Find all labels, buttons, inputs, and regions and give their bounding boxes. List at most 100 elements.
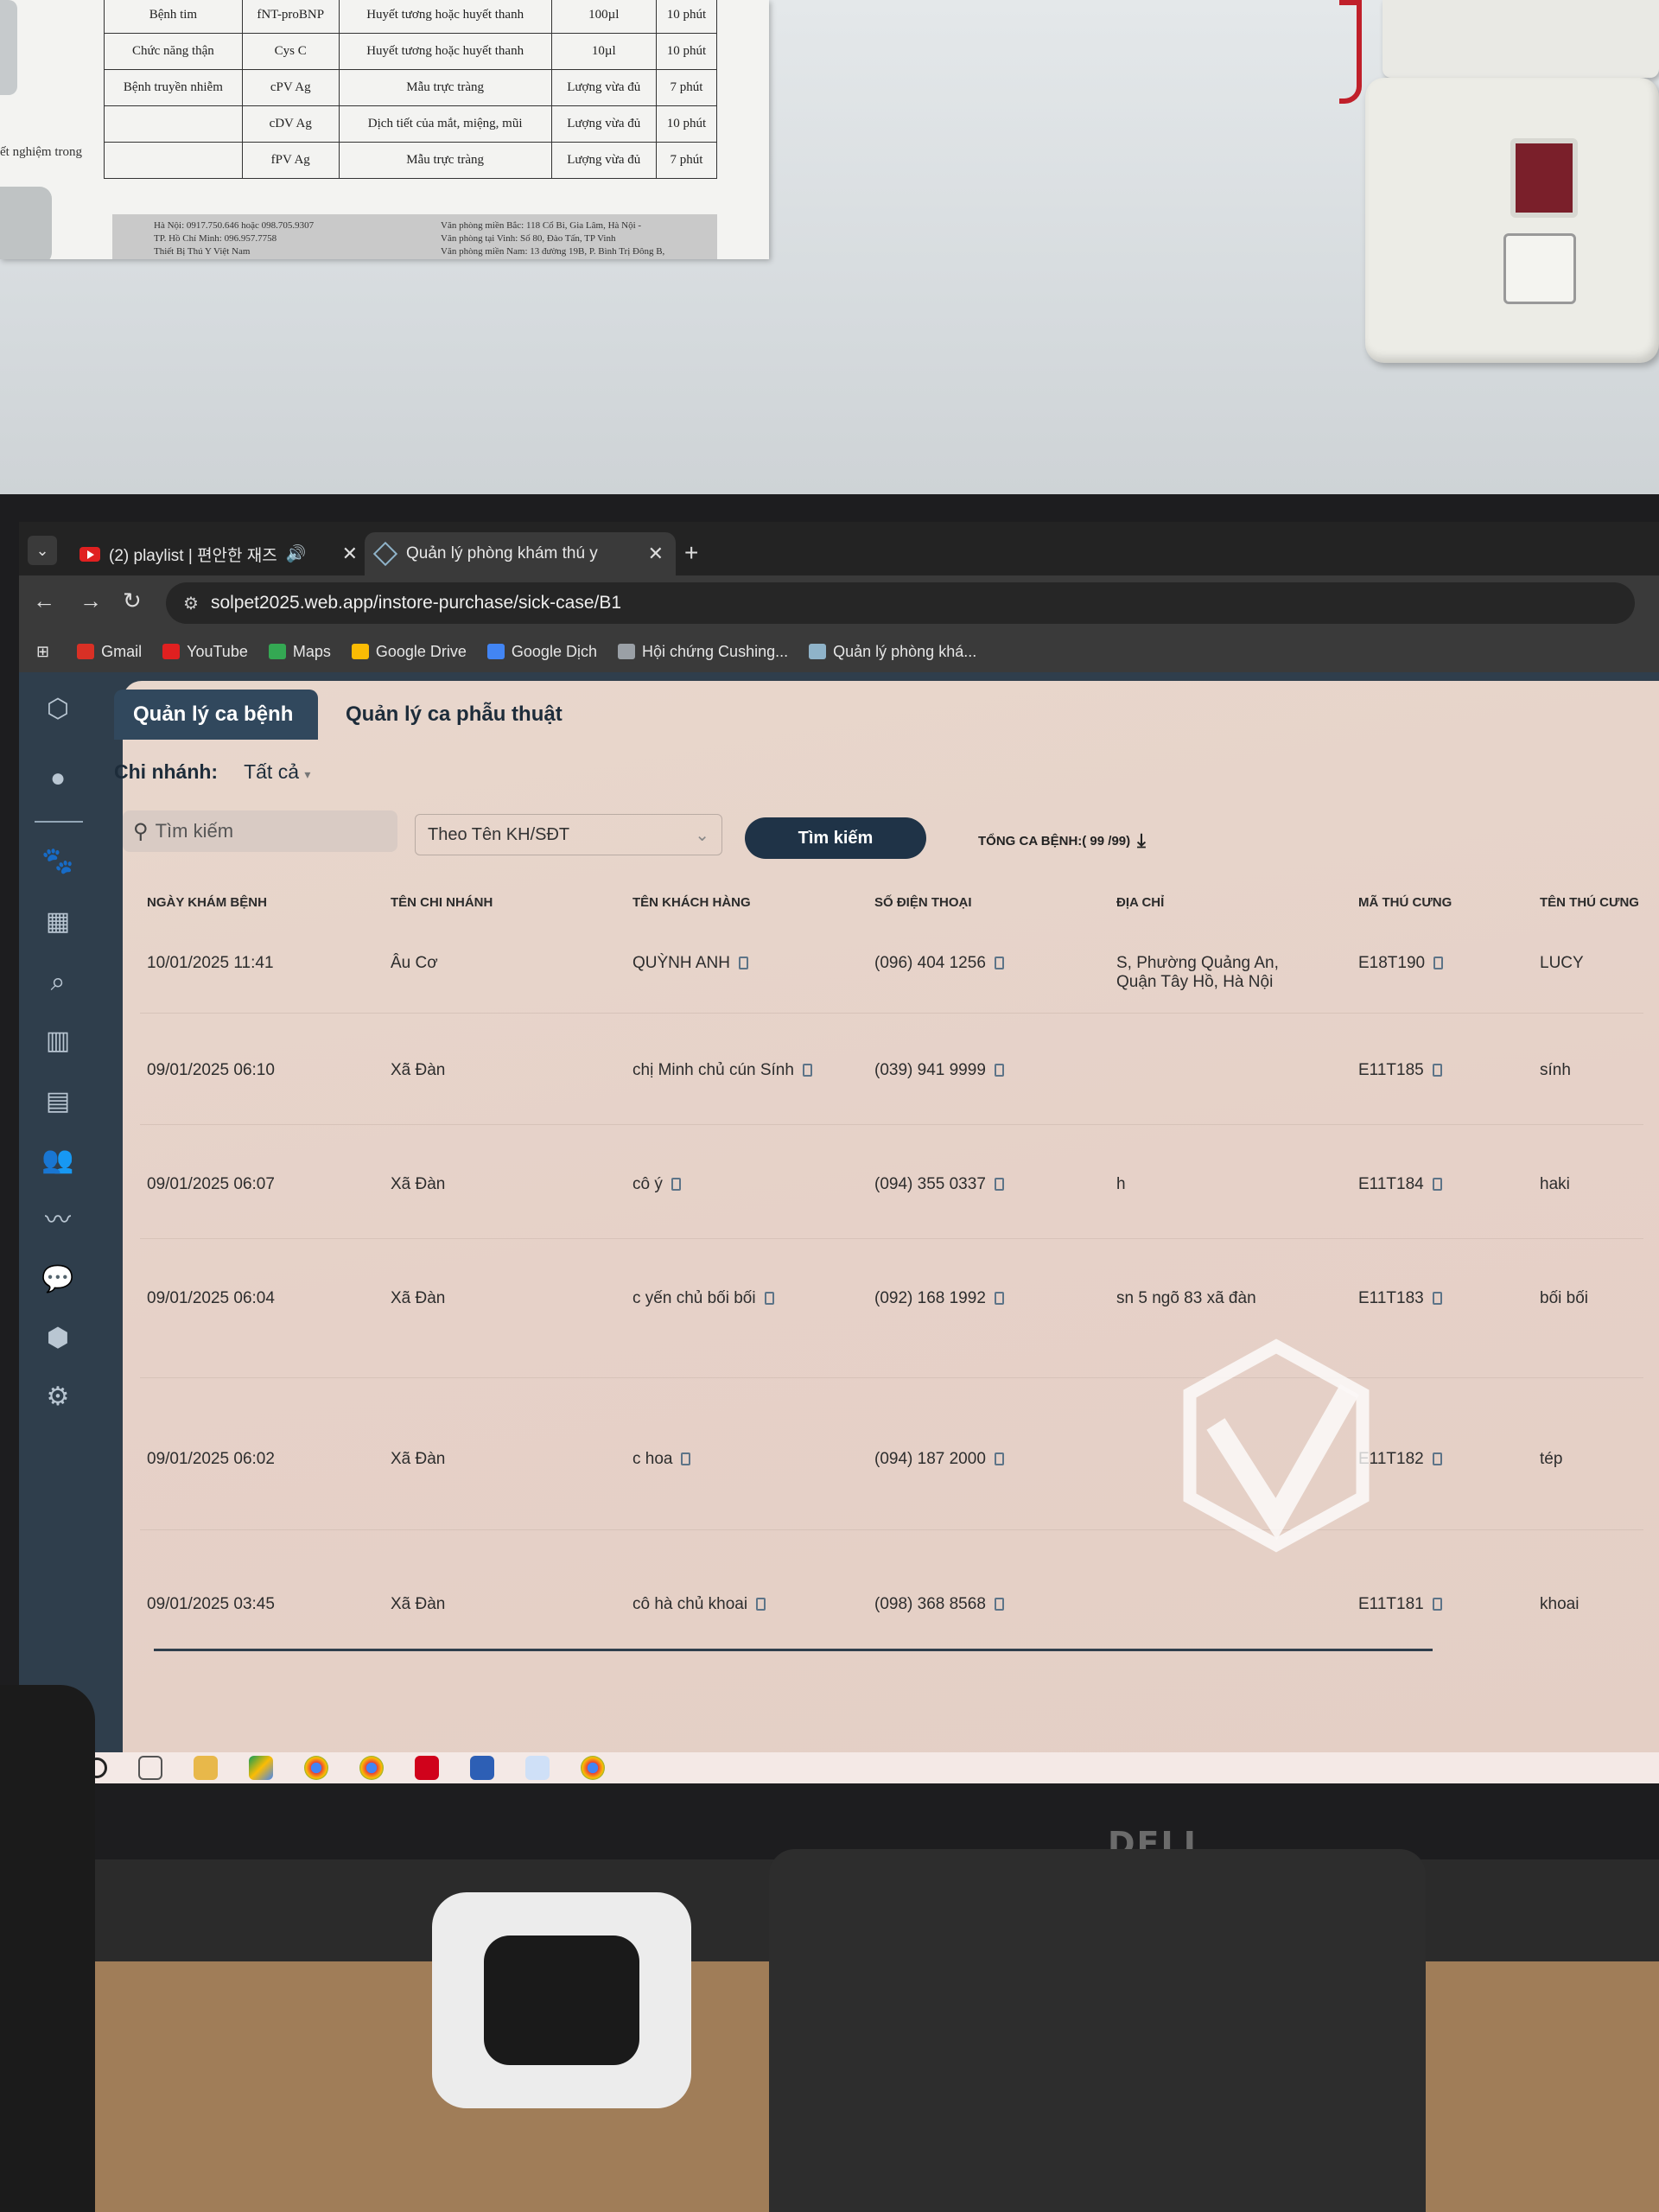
bookmark-item[interactable]: Maps <box>268 642 331 661</box>
column-header[interactable]: TÊN THÚ CƯNG <box>1540 895 1639 910</box>
copy-icon[interactable] <box>994 957 1004 969</box>
calendar-icon[interactable]: ▦ <box>38 902 78 942</box>
back-arrow-icon[interactable]: ← <box>33 588 55 614</box>
bookmark-item[interactable]: Gmail <box>77 643 142 661</box>
copy-icon[interactable] <box>764 1292 774 1305</box>
cell-pet-code: E18T190 <box>1358 954 1444 973</box>
search-icon: ⚲ <box>133 819 149 843</box>
avatar[interactable]: ● <box>38 759 78 798</box>
chevron-down-icon[interactable]: ▾ <box>304 767 310 781</box>
copy-icon[interactable] <box>1432 1598 1442 1611</box>
poster-footer-line: Hà Nội: 0917.750.646 hoặc 098.705.9307 <box>154 220 315 231</box>
cell-text: c yến chủ bối bối <box>632 1289 756 1307</box>
column-header[interactable]: ĐỊA CHỈ <box>1116 895 1164 910</box>
download-icon[interactable]: ⤓ <box>1137 830 1146 852</box>
receipt-icon[interactable]: ▤ <box>38 1082 78 1122</box>
copy-icon[interactable] <box>1432 1452 1442 1465</box>
search-filter-select[interactable]: Theo Tên KH/SĐT ⌄ <box>415 814 722 855</box>
cell-phone: (039) 941 9999 <box>874 1061 1004 1080</box>
address-bar[interactable]: ⚙ solpet2025.web.app/instore-purchase/si… <box>166 582 1635 624</box>
column-header[interactable]: SỐ ĐIỆN THOẠI <box>874 895 972 910</box>
cell-pet-code: E11T183 <box>1358 1289 1442 1308</box>
outlet-switch-white <box>1503 233 1576 304</box>
chrome-icon[interactable] <box>304 1756 328 1780</box>
cell-text: Âu Cơ <box>391 954 438 972</box>
copy-icon[interactable] <box>802 1064 812 1077</box>
chat-icon[interactable]: 💬 <box>38 1260 78 1300</box>
site-info-icon[interactable]: ⚙ <box>183 593 199 614</box>
tab-sick-cases[interactable]: Quản lý ca bệnh <box>114 690 318 740</box>
apps-grid-icon[interactable]: ⊞ <box>36 643 49 661</box>
copy-icon[interactable] <box>994 1178 1004 1191</box>
tab-playlist[interactable]: (2) playlist | 편안한 재즈 🔊 ✕ <box>67 532 370 575</box>
copy-icon[interactable] <box>1432 1178 1442 1191</box>
poster-footer-line: Văn phòng tại Vinh: Số 80, Đào Tấn, TP V… <box>441 233 616 244</box>
copy-icon[interactable] <box>994 1064 1004 1077</box>
copy-icon[interactable] <box>671 1178 681 1191</box>
tab-search-chevron-icon[interactable]: ⌄ <box>28 536 57 565</box>
logo-icon[interactable]: ⬡ <box>38 690 78 729</box>
bookmark-item[interactable]: Quản lý phòng khá... <box>809 643 976 661</box>
copy-icon[interactable] <box>1432 1292 1442 1305</box>
bookmark-label: Google Dịch <box>511 642 597 660</box>
chevron-down-icon: ⌄ <box>695 825 709 845</box>
cell-text: LUCY <box>1540 954 1584 972</box>
bookmark-label: Maps <box>292 642 331 660</box>
gear-icon[interactable]: ⚙ <box>38 1377 78 1417</box>
bookmark-item[interactable]: Google Dịch <box>486 642 597 661</box>
paw-icon[interactable]: 🐾 <box>38 842 78 881</box>
poster-footer-line: Văn phòng miền Bắc: 118 Cổ Bi, Gia Lâm, … <box>441 220 642 231</box>
search-input[interactable]: ⚲ Tìm kiếm <box>123 810 397 852</box>
task-view-icon[interactable] <box>138 1756 162 1780</box>
new-tab-button[interactable]: + <box>684 539 698 567</box>
copy-icon[interactable] <box>756 1598 766 1611</box>
copy-icon[interactable] <box>681 1452 691 1465</box>
pdf-icon[interactable] <box>415 1756 439 1780</box>
poster-gray-block <box>0 0 17 95</box>
pulse-icon[interactable]: 〰 <box>38 1201 78 1241</box>
cell-pet-code: E11T184 <box>1358 1175 1442 1194</box>
column-header[interactable]: NGÀY KHÁM BỆNH <box>147 895 267 910</box>
app-icon[interactable] <box>470 1756 494 1780</box>
users-icon[interactable]: 👥 <box>38 1141 78 1180</box>
bookmarks-bar: ⊞ Gmail YouTube Maps Google Drive Google Dịc… <box>19 631 1659 672</box>
copy-icon[interactable] <box>1432 1064 1442 1077</box>
file-explorer-icon[interactable] <box>194 1756 218 1780</box>
cell-text: (092) 168 1992 <box>874 1289 986 1307</box>
cell-phone: (096) 404 1256 <box>874 954 1004 973</box>
table-scrollbar[interactable] <box>154 1649 1433 1651</box>
box-icon[interactable]: ⬢ <box>38 1319 78 1358</box>
cell-date: 10/01/2025 11:41 <box>147 954 274 973</box>
translate-icon <box>486 644 505 659</box>
poster-cell: fPV Ag <box>241 142 340 179</box>
copy-icon[interactable] <box>994 1598 1004 1611</box>
solpet-icon <box>372 541 398 567</box>
chrome-icon[interactable] <box>359 1756 384 1780</box>
close-icon[interactable]: ✕ <box>342 543 358 565</box>
tab-clinic-manager[interactable]: Quản lý phòng khám thú y ✕ <box>365 532 676 575</box>
tab-surgery-cases[interactable]: Quản lý ca phẫu thuật <box>327 690 582 740</box>
branch-select[interactable]: Tất cả <box>244 760 299 783</box>
cell-text: khoai <box>1540 1595 1580 1613</box>
bookmark-item[interactable]: Hội chứng Cushing... <box>617 643 788 661</box>
search-button[interactable]: Tìm kiếm <box>745 817 926 859</box>
forward-arrow-icon[interactable]: → <box>79 588 102 614</box>
drive-icon[interactable] <box>249 1756 273 1780</box>
copy-icon[interactable] <box>994 1292 1004 1305</box>
column-header[interactable]: TÊN CHI NHÁNH <box>391 895 493 910</box>
bookmark-item[interactable]: Google Drive <box>351 642 467 661</box>
copy-icon[interactable] <box>738 957 748 969</box>
copy-icon[interactable] <box>994 1452 1004 1465</box>
search-icon[interactable]: ⌕ <box>38 963 78 1002</box>
chrome-icon[interactable] <box>581 1756 605 1780</box>
bar-chart-icon[interactable]: ▥ <box>38 1021 78 1061</box>
reload-icon[interactable]: ↻ <box>123 588 142 614</box>
audio-icon[interactable]: 🔊 <box>286 543 307 564</box>
close-icon[interactable]: ✕ <box>648 543 664 565</box>
bookmark-label: Google Drive <box>375 642 467 660</box>
bookmark-item[interactable]: YouTube <box>162 643 248 661</box>
column-header[interactable]: MÃ THÚ CƯNG <box>1358 895 1452 910</box>
copy-icon[interactable] <box>1433 957 1444 969</box>
column-header[interactable]: TÊN KHÁCH HÀNG <box>632 895 751 910</box>
zalo-icon[interactable] <box>525 1756 550 1780</box>
